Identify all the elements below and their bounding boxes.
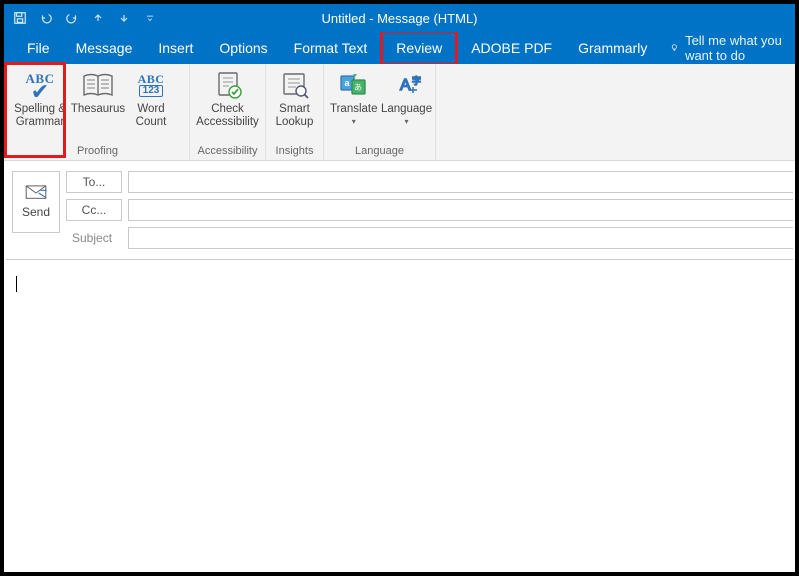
translate-icon: a あ [337,68,371,102]
ribbon-tabs: File Message Insert Options Format Text … [4,32,795,64]
smart-lookup-label-2: Lookup [276,116,314,129]
text-caret [16,276,17,292]
group-accessibility: Check Accessibility Accessibility [190,64,266,160]
word-count-label-1: Word [137,103,164,116]
language-button[interactable]: A 字 Language ▾ [380,66,434,131]
smart-lookup-icon [278,68,312,102]
message-body-container [6,259,793,569]
tell-me-label: Tell me what you want to do [685,33,785,63]
svg-text:字: 字 [412,75,421,86]
thesaurus-icon [81,68,115,102]
check-accessibility-button[interactable]: Check Accessibility [194,66,261,131]
thesaurus-label: Thesaurus [71,103,125,116]
cc-button[interactable]: Cc... [66,199,122,221]
language-icon: A 字 [390,68,424,102]
thesaurus-button[interactable]: Thesaurus [70,66,126,131]
compose-header: Send To... Cc... Subject [4,161,795,259]
message-body[interactable] [6,260,793,569]
envelope-icon [25,185,47,201]
spelling-label-2: Grammar [16,116,65,129]
chevron-down-icon: ▾ [352,117,356,126]
cc-field[interactable] [128,199,793,221]
tab-format-text[interactable]: Format Text [281,32,381,64]
word-count-button[interactable]: ABC 123 Word Count [126,66,176,131]
tab-insert[interactable]: Insert [145,32,206,64]
subject-label: Subject [66,231,122,245]
ribbon: ABC ✔ Spelling & Grammar [4,64,795,161]
translate-button[interactable]: a あ Translate ▾ [328,66,380,131]
tab-message[interactable]: Message [63,32,146,64]
tab-review[interactable]: Review [380,30,458,66]
spelling-grammar-button[interactable]: ABC ✔ Spelling & Grammar [10,66,70,131]
group-language-label: Language [328,143,431,160]
group-insights-label: Insights [270,143,319,160]
subject-field[interactable] [128,227,793,249]
save-icon[interactable] [12,10,28,26]
to-field[interactable] [128,171,793,193]
tab-options[interactable]: Options [206,32,280,64]
accessibility-icon [211,68,245,102]
smart-lookup-button[interactable]: Smart Lookup [270,66,319,131]
spelling-icon: ABC ✔ [26,68,55,102]
lightbulb-icon [670,41,679,55]
group-language: a あ Translate ▾ A 字 [324,64,436,160]
tell-me-search[interactable]: Tell me what you want to do [660,32,795,64]
smart-lookup-label-1: Smart [279,103,310,116]
undo-icon[interactable] [38,10,54,26]
send-label: Send [22,205,50,219]
svg-text:あ: あ [354,83,362,92]
spelling-label-1: Spelling & [14,103,66,116]
title-bar: Untitled - Message (HTML) [4,4,795,32]
window-title: Untitled - Message (HTML) [321,4,477,32]
check-accessibility-label-1: Check [211,103,244,116]
group-insights: Smart Lookup Insights [266,64,324,160]
language-label: Language [381,103,432,116]
svg-text:A: A [400,77,411,94]
chevron-down-icon: ▾ [405,117,409,126]
to-button[interactable]: To... [66,171,122,193]
translate-label: Translate [330,103,378,116]
down-arrow-icon[interactable] [116,10,132,26]
quick-access-toolbar [4,10,158,26]
up-arrow-icon[interactable] [90,10,106,26]
tab-file[interactable]: File [14,32,63,64]
word-count-label-2: Count [136,116,167,129]
send-button[interactable]: Send [12,171,60,233]
group-proofing-label: Proofing [10,143,185,160]
tab-grammarly[interactable]: Grammarly [565,32,660,64]
redo-icon[interactable] [64,10,80,26]
group-proofing: ABC ✔ Spelling & Grammar [6,64,190,160]
group-accessibility-label: Accessibility [194,143,261,160]
check-accessibility-label-2: Accessibility [196,116,259,129]
qat-more-icon[interactable] [142,10,158,26]
tab-adobe-pdf[interactable]: ADOBE PDF [458,32,565,64]
word-count-icon: ABC 123 [138,68,165,102]
